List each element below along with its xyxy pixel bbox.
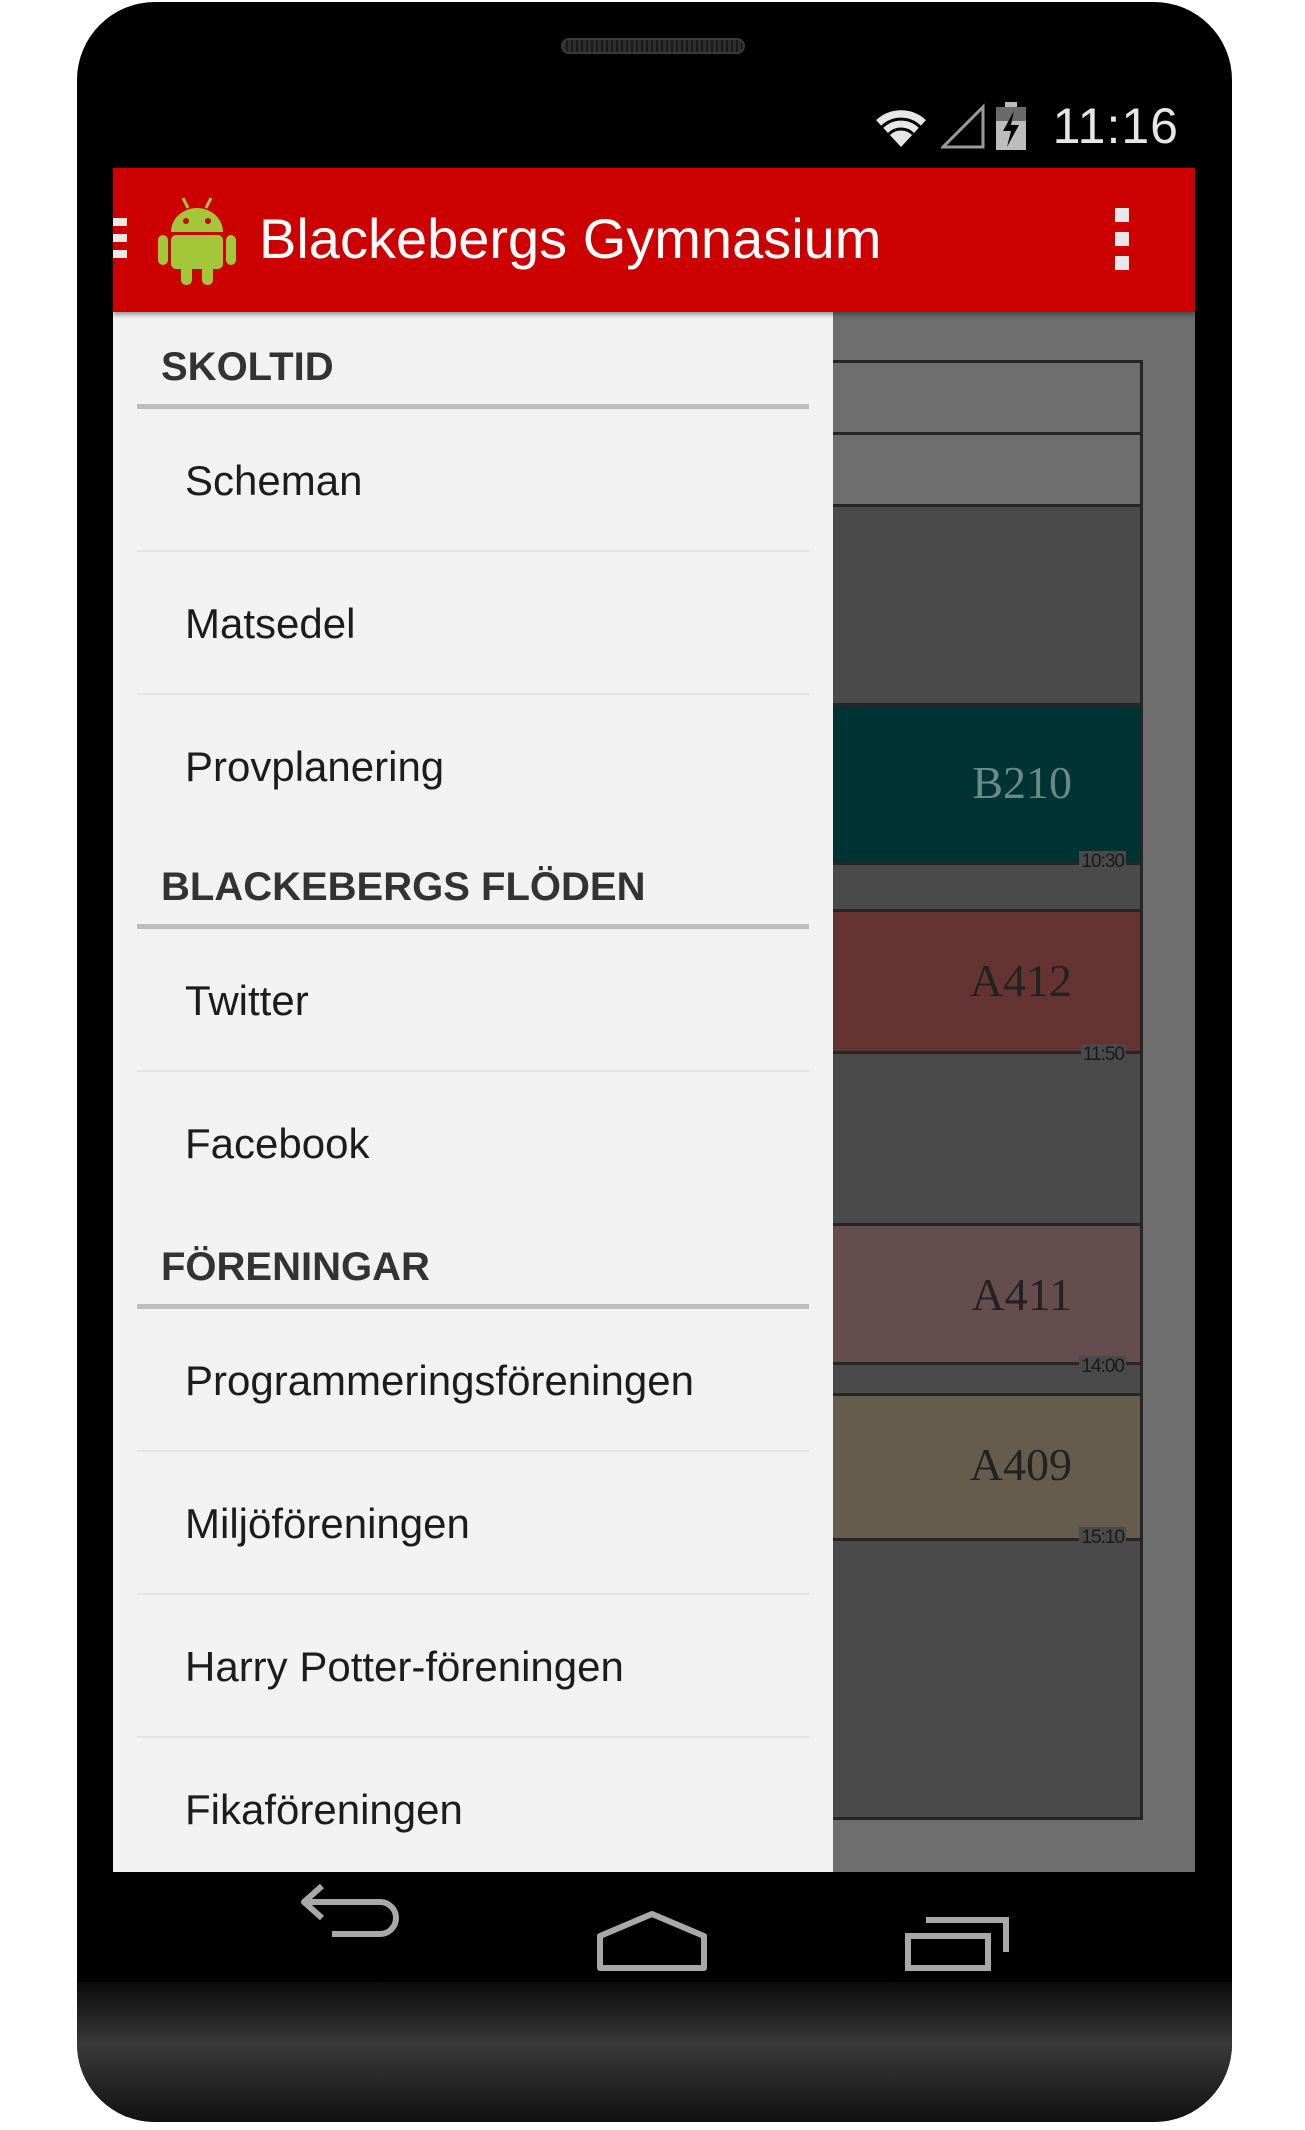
drawer-item-miljoforeningen[interactable]: Miljöföreningen bbox=[137, 1452, 809, 1595]
drawer-toggle-icon[interactable] bbox=[113, 218, 127, 264]
section-header-foreningar: FÖRENINGAR bbox=[137, 1212, 809, 1309]
room-label: B210 bbox=[972, 757, 1072, 808]
battery-charging-icon bbox=[995, 102, 1026, 150]
section-label: BLACKEBERGS FLÖDEN bbox=[161, 865, 646, 909]
drawer-item-label: Twitter bbox=[185, 977, 309, 1024]
drawer-item-fikaforeningen[interactable]: Fikaföreningen bbox=[137, 1738, 809, 1872]
status-bar: 11:16 bbox=[113, 82, 1195, 168]
drawer-item-provplanering[interactable]: Provplanering bbox=[137, 695, 809, 838]
drawer-item-label: Harry Potter-föreningen bbox=[185, 1643, 624, 1690]
drawer-item-scheman[interactable]: Scheman bbox=[137, 409, 809, 552]
phone-chin bbox=[77, 1982, 1232, 2122]
end-time: 15:10 bbox=[1079, 1527, 1126, 1549]
android-logo-icon[interactable] bbox=[157, 194, 237, 286]
drawer-item-label: Scheman bbox=[185, 457, 363, 504]
device-frame: 11:16 Blackebergs Gymnasium B210 10:30 A… bbox=[0, 0, 1305, 2130]
back-icon[interactable] bbox=[296, 1878, 404, 1940]
drawer-item-programmeringsforeningen[interactable]: Programmeringsföreningen bbox=[137, 1309, 809, 1452]
home-icon[interactable] bbox=[596, 1910, 708, 1972]
section-label: SKOLTID bbox=[161, 345, 334, 389]
drawer-item-twitter[interactable]: Twitter bbox=[137, 929, 809, 1072]
section-header-skoltid: SKOLTID bbox=[137, 312, 809, 409]
drawer-item-harry-potter-foreningen[interactable]: Harry Potter-föreningen bbox=[137, 1595, 809, 1738]
end-time: 14:00 bbox=[1079, 1356, 1126, 1378]
drawer-item-label: Provplanering bbox=[185, 743, 445, 790]
room-label: A411 bbox=[971, 1269, 1072, 1320]
end-time: 11:50 bbox=[1080, 1044, 1126, 1066]
end-time: 10:30 bbox=[1079, 851, 1126, 873]
navigation-drawer: SKOLTID Scheman Matsedel Provplanering B… bbox=[113, 312, 833, 1872]
recent-apps-icon[interactable] bbox=[904, 1916, 1010, 1972]
speaker-grille bbox=[561, 38, 745, 54]
drawer-item-facebook[interactable]: Facebook bbox=[137, 1072, 809, 1215]
drawer-item-label: Matsedel bbox=[185, 600, 356, 647]
drawer-item-label: Fikaföreningen bbox=[185, 1786, 463, 1833]
drawer-item-label: Programmeringsföreningen bbox=[185, 1357, 694, 1404]
wifi-icon bbox=[873, 107, 928, 147]
drawer-item-label: Miljöföreningen bbox=[185, 1500, 470, 1547]
status-clock: 11:16 bbox=[1052, 98, 1179, 154]
app-title: Blackebergs Gymnasium bbox=[259, 207, 882, 270]
overflow-menu-icon[interactable] bbox=[1115, 208, 1131, 272]
drawer-item-matsedel[interactable]: Matsedel bbox=[137, 552, 809, 695]
room-label: A409 bbox=[969, 1439, 1072, 1490]
signal-icon bbox=[940, 103, 985, 149]
section-header-flowden: BLACKEBERGS FLÖDEN bbox=[137, 832, 809, 929]
screen: 11:16 Blackebergs Gymnasium B210 10:30 A… bbox=[113, 82, 1195, 1872]
action-bar: Blackebergs Gymnasium bbox=[113, 168, 1195, 312]
drawer-item-label: Facebook bbox=[185, 1120, 370, 1167]
section-label: FÖRENINGAR bbox=[161, 1245, 430, 1289]
room-label: A412 bbox=[969, 955, 1072, 1006]
